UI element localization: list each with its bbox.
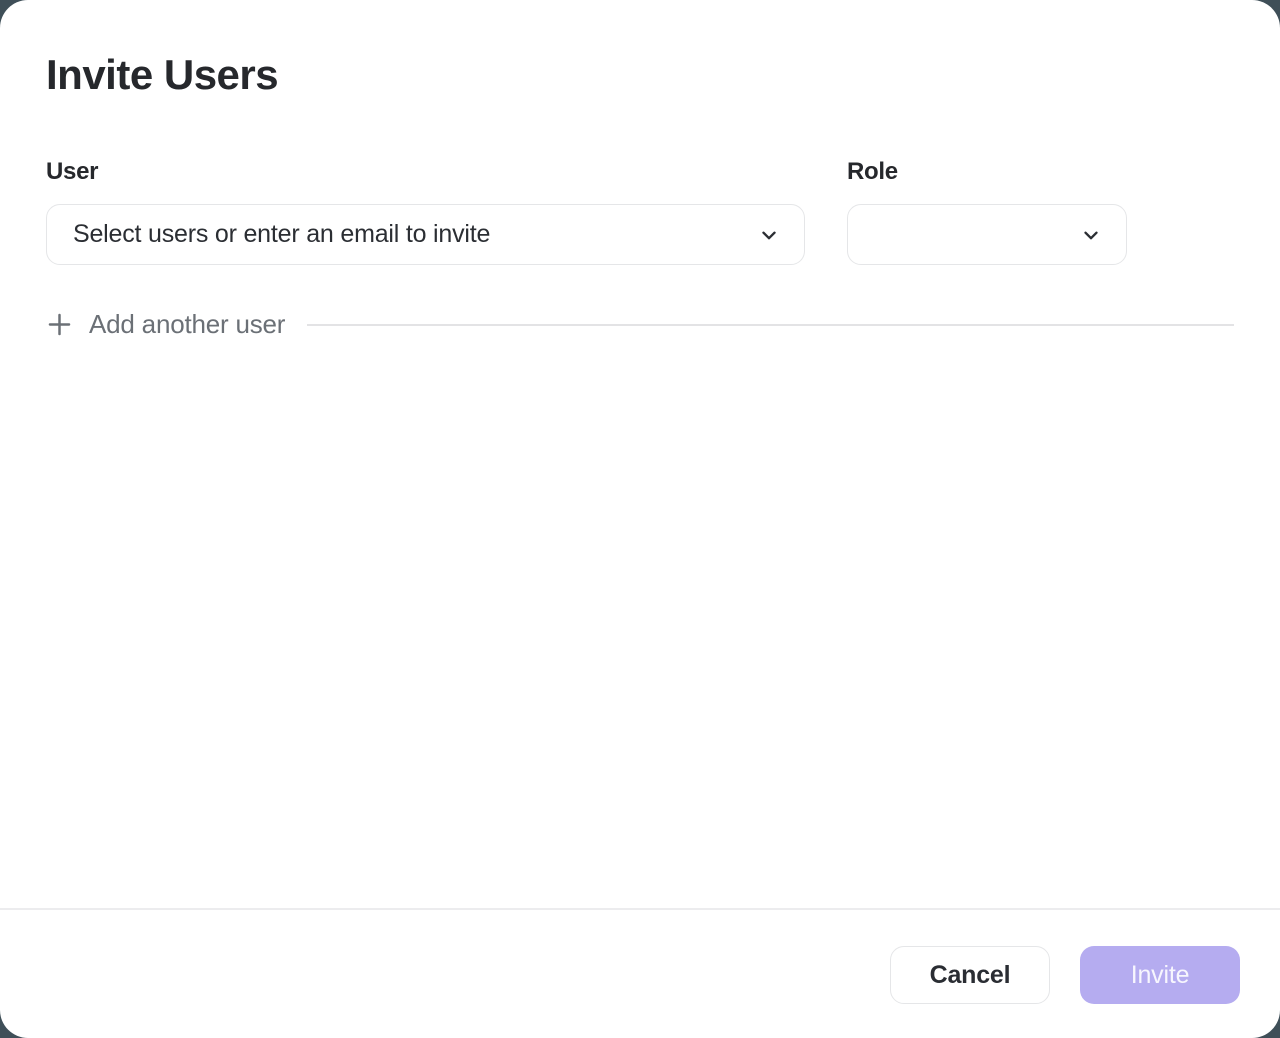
add-user-row: Add another user (46, 309, 1234, 340)
chevron-down-icon (1080, 224, 1102, 246)
chevron-down-icon (758, 224, 780, 246)
add-another-user-button[interactable]: Add another user (46, 309, 285, 340)
invite-button[interactable]: Invite (1080, 946, 1240, 1004)
role-select[interactable] (847, 204, 1127, 265)
role-field-label: Role (847, 158, 1127, 186)
empty-content-area (46, 340, 1234, 908)
invite-users-modal: Invite Users User Select users or enter … (0, 0, 1280, 1038)
page-title: Invite Users (46, 50, 1234, 100)
modal-body: Invite Users User Select users or enter … (0, 0, 1280, 908)
user-select-placeholder: Select users or enter an email to invite (73, 220, 490, 249)
modal-footer: Cancel Invite (0, 908, 1280, 1038)
divider (307, 324, 1234, 326)
add-another-user-label: Add another user (89, 309, 285, 340)
plus-icon (46, 311, 73, 338)
cancel-button[interactable]: Cancel (890, 946, 1050, 1004)
user-field-label: User (46, 158, 805, 186)
invite-fields-row: User Select users or enter an email to i… (46, 158, 1234, 265)
user-select[interactable]: Select users or enter an email to invite (46, 204, 805, 265)
user-field-group: User Select users or enter an email to i… (46, 158, 805, 265)
role-field-group: Role (847, 158, 1127, 265)
